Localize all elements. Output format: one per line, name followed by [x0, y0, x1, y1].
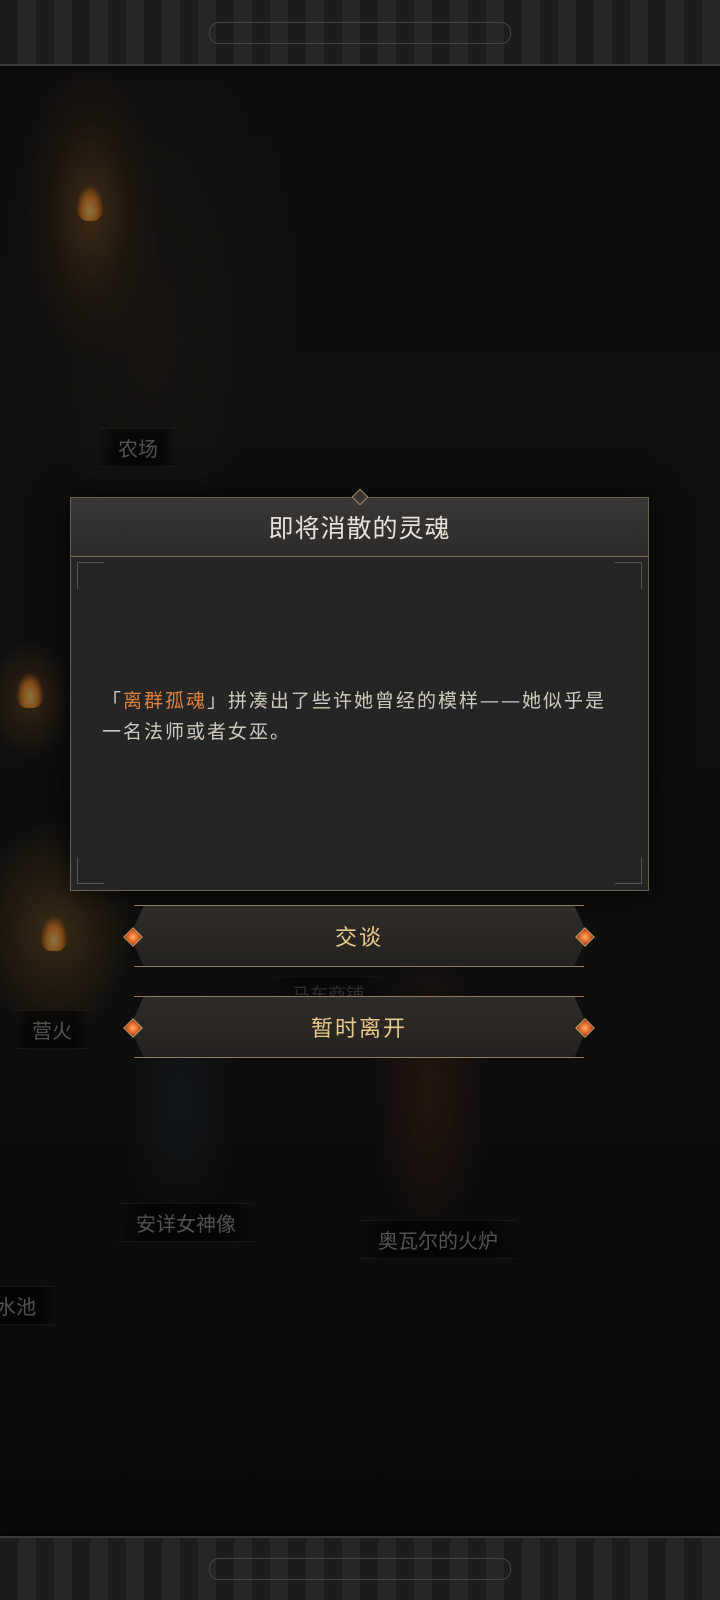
talk-button-label: 交谈	[334, 926, 383, 951]
border-ornament	[209, 1558, 511, 1580]
bottom-ornamental-border	[0, 1536, 720, 1600]
talk-button[interactable]: 交谈	[112, 905, 606, 967]
dialog-body-text: 「离群孤魂」拼凑出了些许她曾经的模样——她似乎是一名法师或者女巫。	[102, 686, 624, 748]
leave-button[interactable]: 暂时离开	[112, 996, 606, 1058]
dialog-title: 即将消散的灵魂	[268, 514, 451, 543]
border-ornament	[209, 22, 511, 44]
corner-ornament	[615, 562, 642, 589]
leave-button-label: 暂时离开	[310, 1017, 407, 1042]
event-dialog: 即将消散的灵魂 「离群孤魂」拼凑出了些许她曾经的模样——她似乎是一名法师或者女巫…	[70, 488, 649, 891]
dialog-header: 即将消散的灵魂	[71, 498, 648, 557]
corner-ornament	[77, 857, 104, 884]
quote-open: 「	[102, 690, 124, 712]
corner-ornament	[77, 562, 104, 589]
top-ornamental-border	[0, 0, 720, 66]
corner-ornament	[615, 857, 642, 884]
highlighted-name: 离群孤魂	[123, 690, 208, 712]
